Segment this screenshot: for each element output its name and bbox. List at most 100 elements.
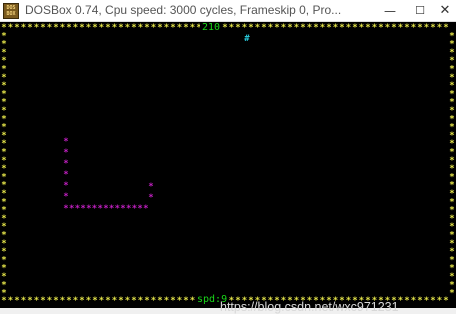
- border-cell: *: [294, 23, 299, 33]
- snake-segment: *: [63, 159, 68, 169]
- border-cell: *: [339, 23, 344, 33]
- snake-segment: *: [63, 204, 68, 214]
- border-cell: *: [144, 23, 149, 33]
- window-title: DOSBox 0.74, Cpu speed: 3000 cycles, Fra…: [25, 3, 342, 17]
- border-cell: *: [138, 296, 143, 306]
- border-cell: *: [242, 23, 247, 33]
- border-cell: *: [157, 296, 162, 306]
- border-cell: *: [411, 23, 416, 33]
- snake-segment: *: [132, 204, 137, 214]
- border-cell: *: [53, 296, 58, 306]
- border-cell: *: [391, 23, 396, 33]
- snake-segment: *: [86, 204, 91, 214]
- border-cell: *: [60, 23, 65, 33]
- border-cell: *: [53, 23, 58, 33]
- border-cell: *: [27, 296, 32, 306]
- border-cell: *: [92, 23, 97, 33]
- snake-segment: *: [63, 170, 68, 180]
- border-cell: *: [47, 23, 52, 33]
- snake-segment: *: [103, 204, 108, 214]
- border-cell: *: [73, 23, 78, 33]
- snake-segment: *: [92, 204, 97, 214]
- border-cell: *: [131, 23, 136, 33]
- border-cell: *: [449, 289, 454, 299]
- border-cell: *: [21, 23, 26, 33]
- border-cell: *: [60, 296, 65, 306]
- minimize-button[interactable]: —: [375, 0, 405, 22]
- snake-segment: *: [137, 204, 142, 214]
- border-cell: *: [66, 23, 71, 33]
- border-cell: *: [8, 23, 13, 33]
- snake-segment: *: [115, 204, 120, 214]
- border-cell: *: [138, 23, 143, 33]
- border-cell: *: [326, 23, 331, 33]
- border-cell: *: [229, 23, 234, 33]
- border-cell: *: [151, 296, 156, 306]
- border-cell: *: [21, 296, 26, 306]
- snake-segment: *: [80, 204, 85, 214]
- snake-segment: *: [109, 204, 114, 214]
- title-bar[interactable]: DOS BOX DOSBox 0.74, Cpu speed: 3000 cyc…: [0, 0, 456, 22]
- snake-segment: *: [69, 204, 74, 214]
- snake-segment: *: [75, 204, 80, 214]
- game-screen[interactable]: * * * * * * * * * * * * * * * * * * * * * * * * * * * * * * * * * * * * * * * *…: [0, 22, 456, 314]
- border-cell: *: [300, 23, 305, 33]
- snake-segment: *: [63, 137, 68, 147]
- border-cell: *: [443, 296, 448, 306]
- close-button[interactable]: ✕: [430, 0, 456, 22]
- border-cell: *: [14, 23, 19, 33]
- dosbox-app-icon[interactable]: DOS BOX: [3, 3, 19, 19]
- border-cell: *: [372, 23, 377, 33]
- border-cell: *: [320, 23, 325, 33]
- border-cell: *: [287, 23, 292, 33]
- border-cell: *: [118, 23, 123, 33]
- border-cell: *: [1, 289, 6, 299]
- score-display: 210: [200, 22, 223, 33]
- border-cell: *: [183, 23, 188, 33]
- border-cell: *: [404, 23, 409, 33]
- border-cell: *: [346, 23, 351, 33]
- border-cell: *: [313, 23, 318, 33]
- snake-segment: *: [148, 193, 153, 203]
- border-cell: *: [164, 296, 169, 306]
- game-board: ****************************************…: [1, 23, 454, 306]
- border-cell: *: [274, 23, 279, 33]
- snake-segment: *: [63, 192, 68, 202]
- border-cell: *: [248, 23, 253, 33]
- border-cell: *: [34, 23, 39, 33]
- border-cell: *: [183, 296, 188, 306]
- border-cell: *: [430, 23, 435, 33]
- border-cell: *: [352, 23, 357, 33]
- border-cell: *: [86, 296, 91, 306]
- border-cell: *: [417, 23, 422, 33]
- border-cell: *: [34, 296, 39, 306]
- border-cell: *: [66, 296, 71, 306]
- border-cell: *: [131, 296, 136, 306]
- border-cell: *: [307, 23, 312, 33]
- border-cell: *: [190, 23, 195, 33]
- watermark: https://blog.csdn.net/wxc971231: [220, 300, 399, 314]
- border-cell: *: [378, 23, 383, 33]
- border-cell: *: [170, 23, 175, 33]
- border-cell: *: [424, 296, 429, 306]
- border-cell: *: [417, 296, 422, 306]
- border-cell: *: [268, 23, 273, 33]
- border-cell: *: [125, 296, 130, 306]
- border-cell: *: [170, 296, 175, 306]
- dosbox-window: DOS BOX DOSBox 0.74, Cpu speed: 3000 cyc…: [0, 0, 456, 314]
- border-cell: *: [365, 23, 370, 33]
- border-cell: *: [385, 23, 390, 33]
- border-cell: *: [92, 296, 97, 306]
- snake-segment: *: [143, 204, 148, 214]
- border-cell: *: [235, 23, 240, 33]
- border-cell: *: [112, 296, 117, 306]
- border-cell: *: [99, 296, 104, 306]
- border-cell: *: [73, 296, 78, 306]
- border-cell: *: [177, 23, 182, 33]
- border-cell: *: [430, 296, 435, 306]
- snake-segment: *: [63, 181, 68, 191]
- border-cell: *: [79, 296, 84, 306]
- border-cell: *: [157, 23, 162, 33]
- border-cell: *: [177, 296, 182, 306]
- border-cell: *: [105, 23, 110, 33]
